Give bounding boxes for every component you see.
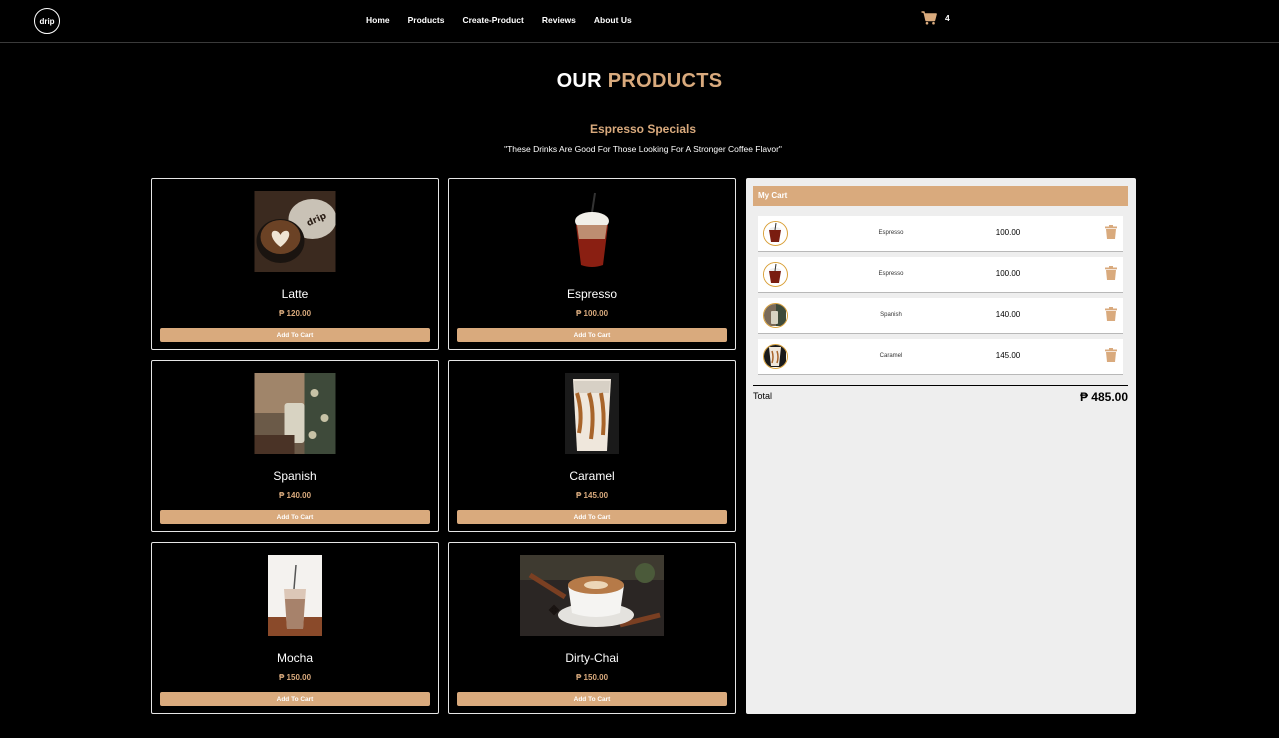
product-image-latte: drip (254, 191, 336, 272)
product-price: ₱ 140.00 (278, 491, 312, 500)
cart-item-name: Caramel (879, 353, 903, 359)
product-name: Mocha (276, 651, 314, 665)
cart-item-thumbnail (763, 221, 788, 246)
product-image-mocha (268, 555, 322, 636)
product-price: ₱ 150.00 (575, 673, 609, 682)
product-card-mocha: Mocha ₱ 150.00 Add To Cart (151, 542, 439, 714)
product-image-dirty-chai (520, 555, 664, 636)
cart-count: 4 (945, 13, 950, 23)
cart-divider (753, 385, 1128, 386)
cart-total-value: ₱ 485.00 (1079, 390, 1128, 404)
product-name: Spanish (273, 469, 317, 483)
shopping-cart-icon (921, 11, 937, 25)
cart-item-row: Spanish 140.00 (758, 298, 1123, 334)
product-card-latte: drip Latte ₱ 120.00 Add To Cart (151, 178, 439, 350)
product-card-espresso: Espresso ₱ 100.00 Add To Cart (448, 178, 736, 350)
page-title-main: OUR (556, 70, 602, 92)
trash-icon[interactable] (1105, 348, 1117, 362)
cart-item-price: 100.00 (995, 269, 1021, 278)
product-price: ₱ 150.00 (278, 673, 312, 682)
add-to-cart-button-mocha[interactable]: Add To Cart (160, 692, 430, 706)
product-card-caramel: Caramel ₱ 145.00 Add To Cart (448, 360, 736, 532)
product-name: Dirty-Chai (565, 651, 619, 665)
add-to-cart-button-latte[interactable]: Add To Cart (160, 328, 430, 342)
nav-link-products[interactable]: Products (408, 15, 445, 25)
cart-item-name: Espresso (878, 230, 904, 236)
page-title: OUR PRODUCTS (0, 70, 1279, 93)
add-to-cart-button-espresso[interactable]: Add To Cart (457, 328, 727, 342)
product-image-caramel (565, 373, 619, 454)
cart-item-price: 140.00 (995, 310, 1021, 319)
product-price: ₱ 100.00 (575, 309, 609, 318)
cart-item-name: Espresso (878, 271, 904, 277)
cart-item-thumbnail (763, 303, 788, 328)
cart-indicator[interactable]: 4 (921, 11, 950, 25)
drip-logo[interactable]: drip (34, 8, 60, 34)
cart-header-title: My Cart (758, 191, 788, 200)
product-name: Espresso (566, 287, 618, 301)
top-navbar: drip Home Products Create-Product Review… (0, 0, 1279, 43)
nav-link-create-product[interactable]: Create-Product (462, 15, 523, 25)
cart-header: My Cart (753, 186, 1128, 206)
cart-item-price: 100.00 (995, 228, 1021, 237)
nav-link-about-us[interactable]: About Us (594, 15, 632, 25)
cart-total-label: Total (753, 391, 773, 401)
cart-item-row: Espresso 100.00 (758, 257, 1123, 293)
product-image-espresso (565, 191, 619, 272)
product-image-spanish (254, 373, 336, 454)
cart-item-thumbnail (763, 344, 788, 369)
trash-icon[interactable] (1105, 307, 1117, 321)
cart-item-price: 145.00 (995, 351, 1021, 360)
add-to-cart-button-spanish[interactable]: Add To Cart (160, 510, 430, 524)
product-card-spanish: Spanish ₱ 140.00 Add To Cart (151, 360, 439, 532)
nav-links: Home Products Create-Product Reviews Abo… (366, 15, 650, 25)
add-to-cart-button-caramel[interactable]: Add To Cart (457, 510, 727, 524)
section-title: Espresso Specials (589, 122, 697, 136)
product-name: Latte (281, 287, 309, 301)
cart-panel: My Cart Espresso 100.00 Espresso 100.00 … (746, 178, 1136, 714)
add-to-cart-button-dirty-chai[interactable]: Add To Cart (457, 692, 727, 706)
cart-item-thumbnail (763, 262, 788, 287)
product-name: Caramel (569, 469, 615, 483)
product-card-dirty-chai: Dirty-Chai ₱ 150.00 Add To Cart (448, 542, 736, 714)
nav-link-home[interactable]: Home (366, 15, 390, 25)
trash-icon[interactable] (1105, 225, 1117, 239)
cart-item-row: Caramel 145.00 (758, 339, 1123, 375)
page-title-accent: PRODUCTS (607, 70, 723, 92)
product-price: ₱ 145.00 (575, 491, 609, 500)
product-price: ₱ 120.00 (278, 309, 312, 318)
section-subtitle: "These Drinks Are Good For Those Looking… (504, 144, 782, 154)
cart-item-row: Espresso 100.00 (758, 216, 1123, 252)
nav-link-reviews[interactable]: Reviews (542, 15, 576, 25)
cart-item-name: Spanish (880, 312, 902, 318)
trash-icon[interactable] (1105, 266, 1117, 280)
